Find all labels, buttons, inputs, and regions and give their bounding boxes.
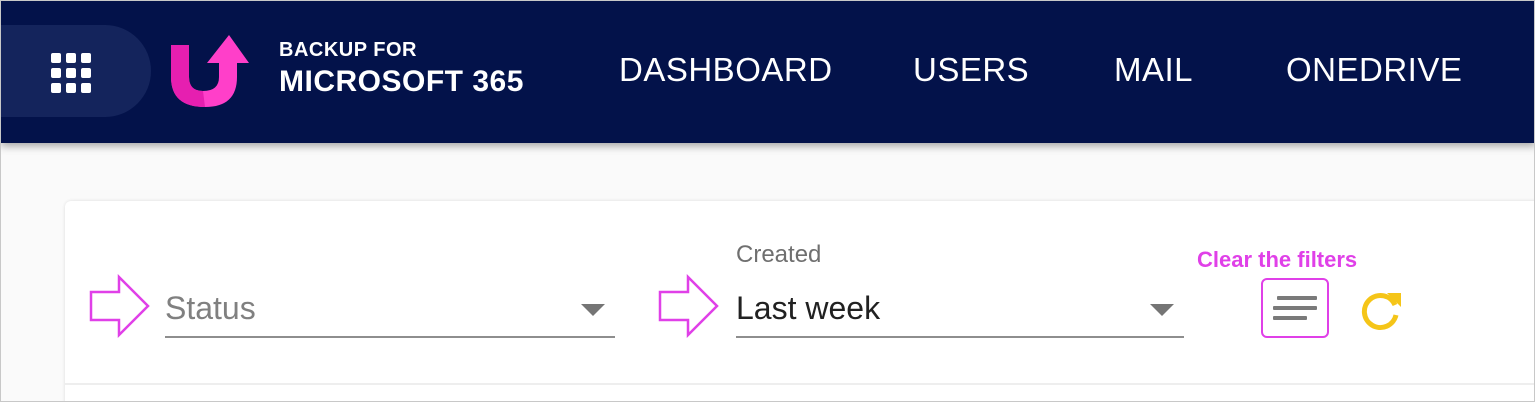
clear-filters-icon-line [1273, 316, 1307, 320]
created-select[interactable]: Last week [736, 288, 1184, 338]
clear-filters-icon [1277, 296, 1317, 300]
brand-name-line2: MICROSOFT 365 [279, 65, 524, 98]
card-divider [65, 383, 1534, 385]
apps-menu-button[interactable] [1, 25, 151, 117]
backup-logo-icon[interactable] [169, 33, 249, 107]
chevron-down-icon [581, 304, 605, 316]
nav-onedrive[interactable]: ONEDRIVE [1286, 51, 1462, 89]
clear-filters-icon-line [1273, 306, 1317, 310]
nav-dashboard[interactable]: DASHBOARD [619, 51, 833, 89]
created-select-value: Last week [736, 290, 881, 326]
status-select[interactable]: Status [165, 288, 615, 338]
nav-users[interactable]: USERS [913, 51, 1029, 89]
chevron-down-icon [1150, 304, 1174, 316]
created-select-label: Created [736, 241, 822, 268]
clear-filters-button[interactable] [1261, 278, 1329, 338]
nav-mail[interactable]: MAIL [1114, 51, 1193, 89]
brand-name-line1: BACKUP FOR [279, 39, 417, 61]
clear-filters-annotation: Clear the filters [1197, 247, 1358, 272]
top-navigation-bar: BACKUP FOR MICROSOFT 365 DASHBOARD USERS… [1, 1, 1534, 143]
annotation-arrow-icon [658, 274, 719, 338]
apps-grid-icon [51, 53, 91, 93]
refresh-icon[interactable] [1357, 285, 1405, 333]
status-select-placeholder: Status [165, 290, 256, 326]
app-frame: BACKUP FOR MICROSOFT 365 DASHBOARD USERS… [0, 0, 1535, 402]
annotation-arrow-icon [89, 274, 150, 338]
